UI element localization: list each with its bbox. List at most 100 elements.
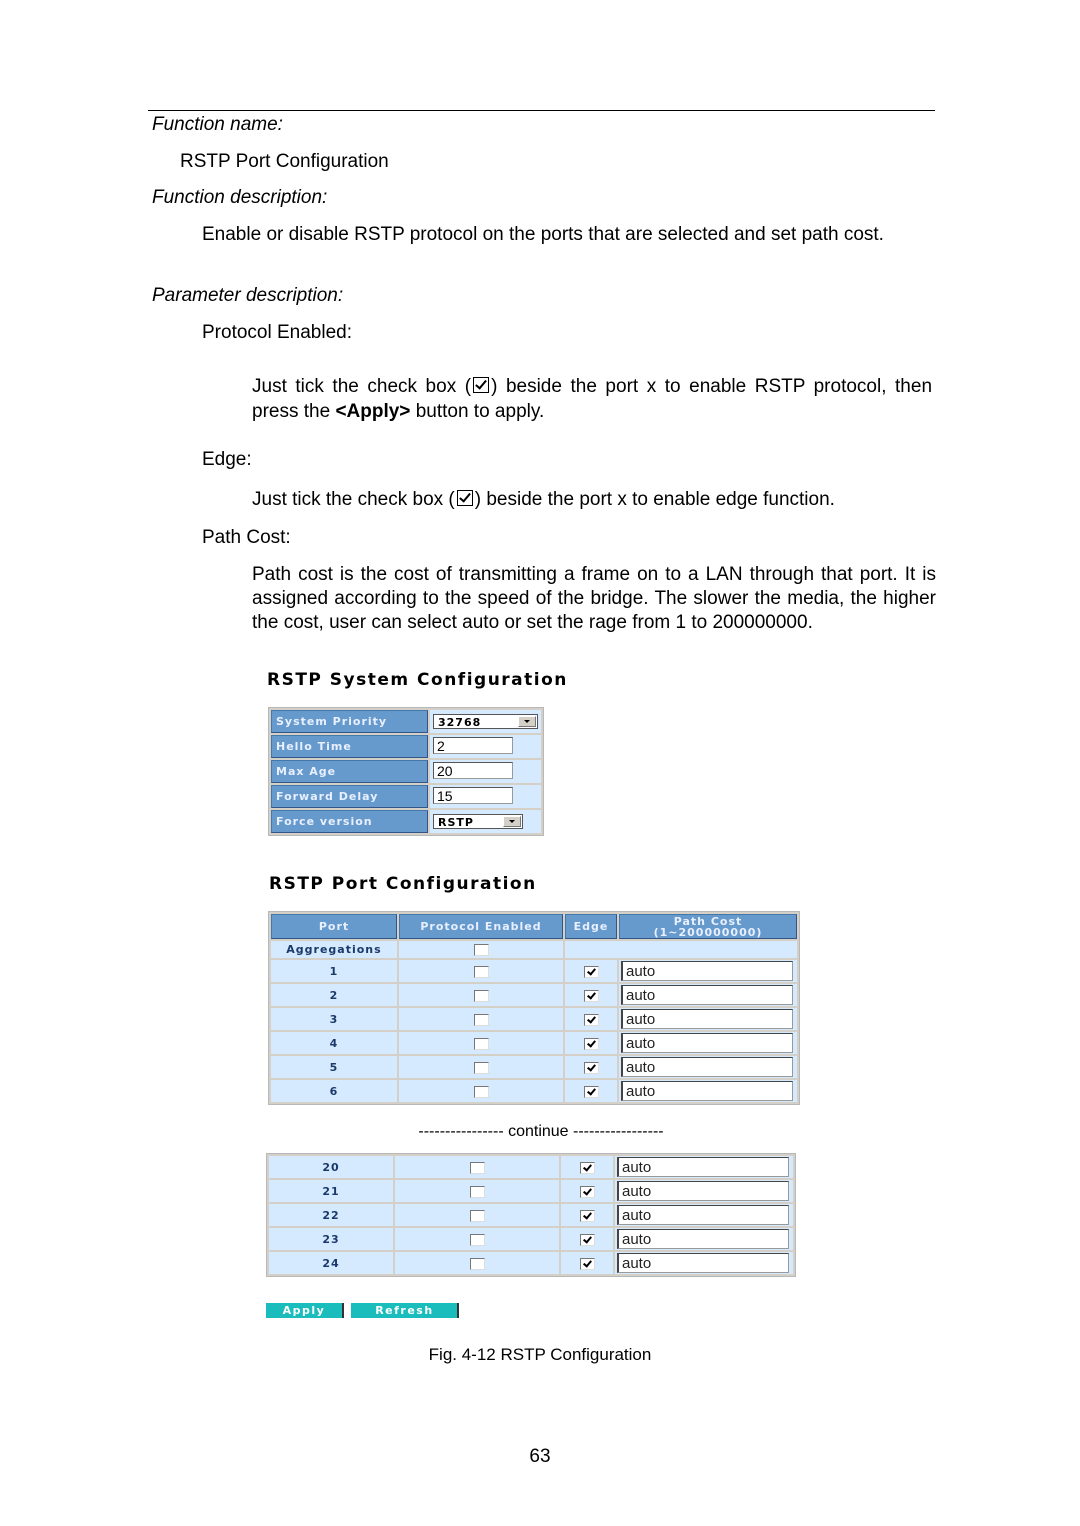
path-cost-input[interactable]: auto <box>621 985 793 1005</box>
path-cost-input[interactable]: auto <box>617 1157 789 1177</box>
path-cost-input[interactable]: auto <box>617 1253 789 1273</box>
path-cost-input[interactable]: auto <box>621 1009 793 1029</box>
protocol-enabled-cell <box>399 1080 563 1102</box>
function-name-label: Function name: <box>152 114 283 135</box>
protocol-enabled-cell <box>395 1204 559 1226</box>
rstp-config-screenshot: RSTP System Configuration System Priorit… <box>262 668 820 1318</box>
protocol-enabled-checkbox[interactable] <box>473 1061 489 1074</box>
protocol-enabled-checkbox[interactable] <box>473 965 489 978</box>
desc-text: button to apply. <box>410 401 545 422</box>
system-priority-select[interactable]: 32768 <box>433 713 538 729</box>
protocol-enabled-cell <box>399 960 563 982</box>
path-cost-cell: auto <box>619 1008 797 1030</box>
protocol-enabled-checkbox[interactable] <box>473 1085 489 1098</box>
edge-cell <box>565 1056 617 1078</box>
header-rule <box>148 110 935 111</box>
edge-cell <box>561 1252 613 1274</box>
protocol-enabled-cell <box>399 984 563 1006</box>
aggregations-label: Aggregations <box>271 941 397 958</box>
protocol-enabled-checkbox[interactable] <box>469 1185 485 1198</box>
refresh-button[interactable]: Refresh <box>351 1303 460 1318</box>
edge-checkbox[interactable] <box>583 1037 599 1050</box>
chevron-down-icon[interactable] <box>503 815 521 827</box>
path-cost-cell: auto <box>615 1156 793 1178</box>
max-age-input[interactable]: 20 <box>433 762 513 779</box>
max-age-label: Max Age <box>271 760 428 783</box>
protocol-enabled-checkbox[interactable] <box>469 1209 485 1222</box>
edge-checkbox[interactable] <box>583 965 599 978</box>
path-cost-input[interactable]: auto <box>621 1057 793 1077</box>
port-row: 3 auto <box>271 1008 797 1030</box>
protocol-enabled-cell <box>399 1008 563 1030</box>
force-version-select[interactable]: RSTP <box>433 813 523 829</box>
aggregations-protocol-checkbox[interactable] <box>473 944 489 956</box>
action-buttons: Apply Refresh <box>266 1301 460 1319</box>
port-number: 3 <box>271 1008 397 1030</box>
edge-checkbox[interactable] <box>579 1257 595 1270</box>
edge-cell <box>561 1156 613 1178</box>
header-path-cost-label: Path Cost <box>673 914 743 928</box>
system-priority-row: System Priority 32768 <box>271 710 541 733</box>
checkbox-checked-icon <box>473 377 490 393</box>
port-number: 4 <box>271 1032 397 1054</box>
path-cost-input[interactable]: auto <box>617 1181 789 1201</box>
path-cost-cell: auto <box>619 1056 797 1078</box>
path-cost-cell: auto <box>619 1080 797 1102</box>
protocol-enabled-cell <box>399 1056 563 1078</box>
path-cost-cell: auto <box>619 960 797 982</box>
port-number: 21 <box>269 1180 393 1202</box>
protocol-enabled-cell <box>395 1252 559 1274</box>
edge-checkbox[interactable] <box>583 989 599 1002</box>
edge-checkbox[interactable] <box>583 1085 599 1098</box>
hello-time-input[interactable]: 2 <box>433 737 513 754</box>
port-number: 24 <box>269 1252 393 1274</box>
header-path-cost: Path Cost (1~200000000) <box>619 914 797 939</box>
system-config-title: RSTP System Configuration <box>267 670 568 690</box>
desc-text: Just tick the check box ( <box>252 489 455 510</box>
force-version-row: Force version RSTP <box>271 810 541 833</box>
protocol-enabled-checkbox[interactable] <box>469 1161 485 1174</box>
edge-checkbox[interactable] <box>579 1185 595 1198</box>
edge-cell <box>565 984 617 1006</box>
param-protocol-enabled-desc: Just tick the check box () beside the po… <box>252 374 932 424</box>
desc-text: Just tick the check box ( <box>252 376 472 397</box>
protocol-enabled-checkbox[interactable] <box>469 1233 485 1246</box>
protocol-enabled-cell <box>395 1156 559 1178</box>
path-cost-input[interactable]: auto <box>621 1033 793 1053</box>
param-path-cost-label: Path Cost: <box>202 527 291 548</box>
port-row: 5 auto <box>271 1056 797 1078</box>
path-cost-input[interactable]: auto <box>617 1229 789 1249</box>
forward-delay-label: Forward Delay <box>271 785 428 808</box>
edge-checkbox[interactable] <box>583 1061 599 1074</box>
port-config-table-continued: 20 auto 21 auto 22 auto 23 auto 24 auto <box>266 1153 796 1277</box>
protocol-enabled-checkbox[interactable] <box>473 1013 489 1026</box>
port-row: 20 auto <box>269 1156 793 1178</box>
port-row: 6 auto <box>271 1080 797 1102</box>
edge-checkbox[interactable] <box>579 1161 595 1174</box>
param-edge-label: Edge: <box>202 449 252 470</box>
port-number: 22 <box>269 1204 393 1226</box>
edge-checkbox[interactable] <box>583 1013 599 1026</box>
path-cost-input[interactable]: auto <box>617 1205 789 1225</box>
path-cost-cell: auto <box>615 1204 793 1226</box>
param-protocol-enabled-label: Protocol Enabled: <box>202 322 352 343</box>
port-number: 5 <box>271 1056 397 1078</box>
edge-checkbox[interactable] <box>579 1233 595 1246</box>
protocol-enabled-checkbox[interactable] <box>473 1037 489 1050</box>
edge-checkbox[interactable] <box>579 1209 595 1222</box>
path-cost-input[interactable]: auto <box>621 1081 793 1101</box>
chevron-down-icon[interactable] <box>518 715 536 727</box>
function-description-label: Function description: <box>152 187 328 208</box>
protocol-enabled-checkbox[interactable] <box>469 1257 485 1270</box>
desc-text: ) beside the port x to enable edge funct… <box>474 489 835 510</box>
header-port: Port <box>271 914 397 939</box>
path-cost-cell: auto <box>615 1252 793 1274</box>
port-number: 23 <box>269 1228 393 1250</box>
protocol-enabled-checkbox[interactable] <box>473 989 489 1002</box>
path-cost-input[interactable]: auto <box>621 961 793 981</box>
apply-button[interactable]: Apply <box>266 1303 344 1318</box>
forward-delay-input[interactable]: 15 <box>433 787 513 804</box>
figure-caption: Fig. 4-12 RSTP Configuration <box>428 1345 652 1364</box>
port-row: 23 auto <box>269 1228 793 1250</box>
port-config-title: RSTP Port Configuration <box>269 874 537 894</box>
